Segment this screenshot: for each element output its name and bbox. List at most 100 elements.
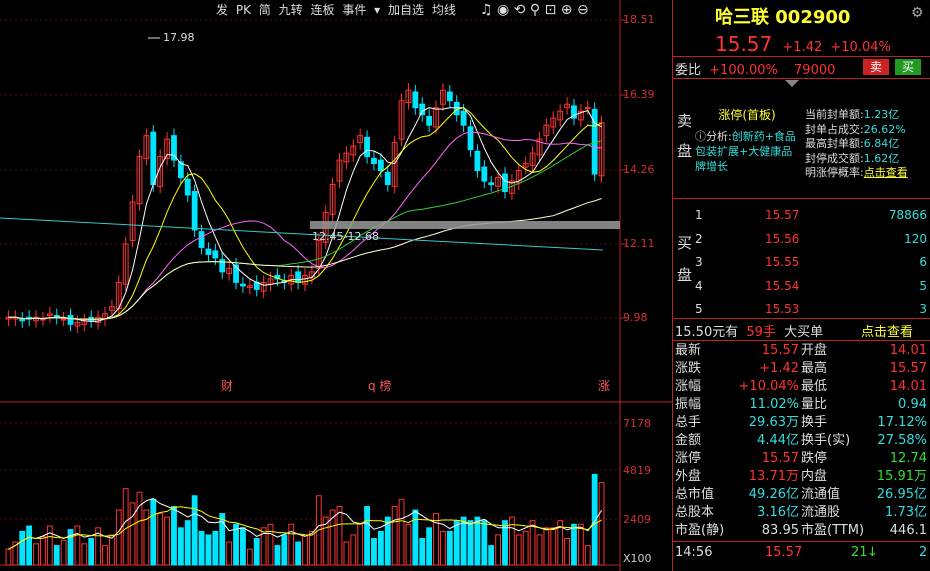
dropdown-icon[interactable]: ▾	[374, 3, 380, 17]
candle-body	[474, 150, 481, 172]
buy-book-label: 买 盘	[677, 232, 692, 286]
stat-label: 当前封单额:	[805, 108, 864, 121]
candle-body	[584, 107, 591, 110]
down-arrow-icon: ↓	[867, 545, 878, 560]
quote-label: 涨幅	[675, 379, 702, 394]
buy-book-row[interactable]: 4 15.54 5	[695, 275, 927, 299]
quote-value: 29.63万	[748, 415, 799, 430]
toolbar-item-pk[interactable]: PK	[236, 3, 251, 17]
collapse-icon[interactable]	[785, 80, 799, 87]
toolbar-item-add-watchlist[interactable]: 加自选	[388, 3, 424, 17]
buy-book: 1 15.57 78866 2 15.56 120 3 15.55 6 4 15.54 5 5 15.53…	[695, 204, 927, 322]
volume-bar	[88, 537, 95, 566]
toolbar-item-ma[interactable]: 均线	[432, 3, 456, 17]
vol-tick: 4819	[623, 464, 651, 477]
quote-label: 总股本	[675, 505, 715, 520]
quote-label: 市盈(TTM)	[801, 523, 865, 538]
last-price: 15.57	[715, 32, 773, 56]
bid-vol: 6	[919, 255, 927, 269]
toolbar-item-fa[interactable]: 发	[216, 3, 228, 17]
vol-unit: X100	[623, 552, 652, 565]
kline-chart[interactable]	[0, 0, 672, 571]
limit-up-box: 涨停(首板) ⓘ分析:创新药+食品包装扩展+大健康品牌增长	[695, 96, 799, 184]
buy-button[interactable]: 买	[895, 59, 921, 75]
toolbar-item-jian[interactable]: 简	[259, 3, 271, 17]
quote-label: 跌停	[801, 451, 828, 466]
quote-label: 振幅	[675, 397, 702, 412]
quote-row: 涨幅 +10.04% 最低 14.01	[675, 378, 929, 396]
volume-bar	[171, 505, 177, 566]
level: 4	[695, 278, 703, 293]
quote-label: 总市值	[675, 487, 715, 502]
eye-icon[interactable]: ◉	[497, 2, 509, 18]
buy-book-row[interactable]: 3 15.55 6	[695, 251, 927, 275]
toolbar-item-lianban[interactable]: 连板	[310, 3, 334, 17]
vol-tick: 2409	[623, 513, 651, 526]
stat-value: 26.62%	[863, 122, 906, 136]
pin-icon[interactable]: ⚲	[530, 2, 540, 18]
prob-link[interactable]: 点击查看	[864, 166, 908, 179]
volume-bar	[212, 530, 219, 566]
buy-book-row[interactable]: 1 15.57 78866	[695, 204, 927, 228]
event-marker[interactable]: q 榜	[368, 377, 391, 394]
sell-book-label: 卖 盘	[677, 110, 692, 162]
stat-label: 明涨停概率:	[805, 166, 864, 179]
weibi-row: 委比 +100.00% 79000	[675, 59, 835, 78]
event-marker[interactable]: 涨	[598, 377, 610, 394]
candle-body	[419, 103, 426, 116]
vol-tick: 7178	[623, 417, 651, 430]
volume-bar	[412, 509, 419, 566]
candle-body	[426, 115, 433, 126]
price-tick: 14.26	[623, 163, 655, 176]
quote-row: 涨跌 +1.42 最高 15.57	[675, 360, 929, 378]
quote-value: 27.58%	[877, 433, 927, 448]
volume-bar	[446, 530, 453, 566]
divider	[673, 340, 930, 341]
lock-icon[interactable]: ⊡	[545, 2, 557, 18]
volume-bar	[240, 527, 246, 566]
stat-value: 1.23亿	[863, 108, 900, 121]
quote-value: 3.16亿	[757, 505, 799, 520]
price-pct: +10.04%	[830, 40, 891, 55]
big-order-price: 15.50	[675, 325, 713, 340]
candle-body	[467, 126, 474, 151]
sell-button[interactable]: 卖	[863, 59, 889, 75]
candle-body	[150, 131, 157, 186]
level: 1	[695, 208, 703, 222]
candle-body	[446, 91, 453, 102]
volume-bar	[177, 527, 184, 566]
stat-row: 封停成交额:1.62亿	[805, 152, 908, 167]
big-order-link[interactable]: 点击查看	[861, 321, 913, 340]
gear-icon[interactable]: ⚙	[911, 5, 924, 21]
toolbar-item-jiuzhuan[interactable]: 九转	[279, 3, 303, 17]
limit-up-title: 涨停(首板)	[718, 108, 776, 122]
price-tick: 12.11	[623, 237, 655, 250]
buy-book-row[interactable]: 2 15.56 120	[695, 228, 927, 252]
tick-price: 15.57	[765, 545, 803, 560]
quote-value: +1.42	[759, 361, 799, 376]
candle-body	[488, 182, 495, 186]
quote-label: 内盘	[801, 469, 828, 484]
quote-row: 总市值 49.26亿 流通值 26.95亿	[675, 486, 929, 504]
quote-label: 最高	[801, 361, 828, 376]
quote-value: 14.01	[889, 343, 927, 358]
quote-label: 外盘	[675, 469, 702, 484]
quote-value: 446.1	[889, 523, 927, 538]
event-marker[interactable]: 财	[221, 377, 233, 394]
weibi-pct: +100.00%	[709, 63, 778, 78]
high-marker: 17.98	[163, 31, 195, 44]
price-change: +1.42	[782, 40, 823, 55]
bell-icon[interactable]: ♫	[480, 2, 493, 18]
bid-vol: 120	[904, 231, 927, 246]
volume-bar	[460, 516, 467, 566]
toolbar: 发 PK 简 九转 连板 事件 ▾ 加自选 均线	[216, 0, 460, 20]
zoom-out-icon[interactable]: ⊖	[577, 2, 589, 18]
candle-body	[460, 110, 467, 126]
link-icon[interactable]: ⟲	[514, 2, 526, 18]
zoom-in-icon[interactable]: ⊕	[561, 2, 573, 18]
toolbar-item-shijian[interactable]: 事件	[342, 3, 366, 17]
quote-row: 外盘 13.71万 内盘 15.91万	[675, 468, 929, 486]
quote-value: 15.91万	[876, 469, 927, 484]
quote-value: 83.95	[761, 523, 799, 538]
quote-value: 1.73亿	[885, 505, 927, 520]
